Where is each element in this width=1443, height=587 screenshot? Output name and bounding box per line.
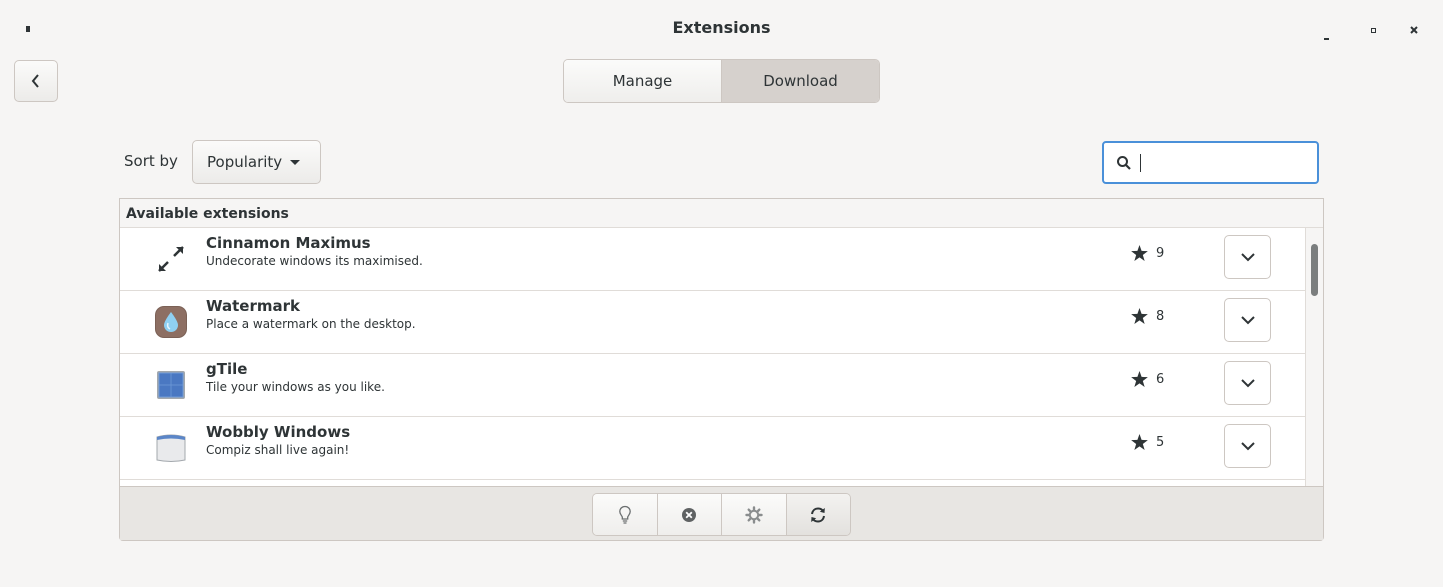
tab-download[interactable]: Download	[722, 60, 879, 102]
view-switcher: Manage Download	[563, 59, 880, 103]
chevron-down-icon	[1240, 378, 1255, 387]
maximize-arrows-icon	[154, 242, 188, 276]
remove-button[interactable]	[657, 494, 722, 535]
maximize-icon	[1370, 28, 1376, 33]
extension-description: Place a watermark on the desktop.	[206, 317, 416, 331]
close-icon	[1410, 26, 1418, 34]
window-icon	[154, 431, 188, 465]
rating: 6	[1131, 371, 1164, 387]
lightbulb-icon	[618, 505, 631, 524]
tab-manage[interactable]: Manage	[564, 60, 722, 102]
rating: 8	[1131, 308, 1164, 324]
window-title: Extensions	[672, 18, 771, 37]
sort-label: Sort by	[124, 152, 178, 170]
close-button[interactable]	[1404, 20, 1424, 40]
configure-button[interactable]	[722, 494, 787, 535]
gear-icon	[745, 505, 763, 524]
sort-dropdown[interactable]: Popularity	[192, 140, 321, 184]
chevron-down-icon	[1240, 252, 1255, 261]
title-bar: Extensions	[0, 0, 1443, 58]
star-icon	[1131, 245, 1148, 261]
extension-name: Wobbly Windows	[206, 423, 351, 441]
rating-value: 9	[1156, 245, 1165, 261]
rating-value: 5	[1156, 434, 1165, 450]
extension-description: Compiz shall live again!	[206, 443, 350, 457]
extension-name: Watermark	[206, 297, 300, 315]
minimize-icon	[1323, 38, 1329, 40]
list-header: Available extensions	[120, 199, 1323, 228]
rating: 5	[1131, 434, 1164, 450]
info-button[interactable]	[593, 494, 658, 535]
rating-value: 6	[1156, 371, 1165, 387]
refresh-icon	[811, 506, 826, 523]
star-icon	[1131, 371, 1148, 387]
scrollbar-thumb[interactable]	[1311, 244, 1318, 296]
chevron-left-icon	[31, 74, 39, 88]
list-item[interactable]: Watermark Place a watermark on the deskt…	[120, 291, 1305, 354]
list-toolbar	[120, 486, 1323, 540]
caret-down-icon	[290, 159, 301, 165]
toolbar-button-group	[592, 493, 851, 536]
refresh-button[interactable]	[786, 494, 850, 535]
chevron-down-icon	[1240, 441, 1255, 450]
expand-button[interactable]	[1224, 298, 1271, 342]
extension-description: Undecorate windows its maximised.	[206, 254, 423, 268]
expand-button[interactable]	[1224, 361, 1271, 405]
rating: 9	[1131, 245, 1164, 261]
text-cursor	[1140, 153, 1141, 172]
expand-button[interactable]	[1224, 235, 1271, 279]
expand-button[interactable]	[1224, 424, 1271, 468]
rating-value: 8	[1156, 308, 1165, 324]
back-button[interactable]	[14, 60, 58, 102]
tile-grid-icon	[154, 368, 188, 402]
extension-name: gTile	[206, 360, 248, 378]
star-icon	[1131, 434, 1148, 450]
list-item[interactable]: Cinnamon Maximus Undecorate windows its …	[120, 228, 1305, 291]
sort-value: Popularity	[207, 153, 283, 171]
water-drop-icon	[154, 305, 188, 339]
scrollbar[interactable]	[1305, 228, 1323, 486]
chevron-down-icon	[1240, 315, 1255, 324]
extensions-list: Cinnamon Maximus Undecorate windows its …	[120, 228, 1305, 486]
minimize-button[interactable]	[1316, 20, 1336, 40]
search-icon	[1117, 155, 1131, 170]
maximize-button[interactable]	[1363, 20, 1383, 40]
list-item[interactable]: gTile Tile your windows as you like. 6	[120, 354, 1305, 417]
star-icon	[1131, 308, 1148, 324]
search-input[interactable]	[1147, 152, 1311, 173]
extensions-panel: Available extensions Cinnamon Maximus Un…	[119, 198, 1324, 541]
list-item[interactable]: Wobbly Windows Compiz shall live again! …	[120, 417, 1305, 480]
extension-name: Cinnamon Maximus	[206, 234, 371, 252]
extension-description: Tile your windows as you like.	[206, 380, 385, 394]
search-box[interactable]	[1102, 141, 1319, 184]
remove-icon	[682, 507, 697, 522]
